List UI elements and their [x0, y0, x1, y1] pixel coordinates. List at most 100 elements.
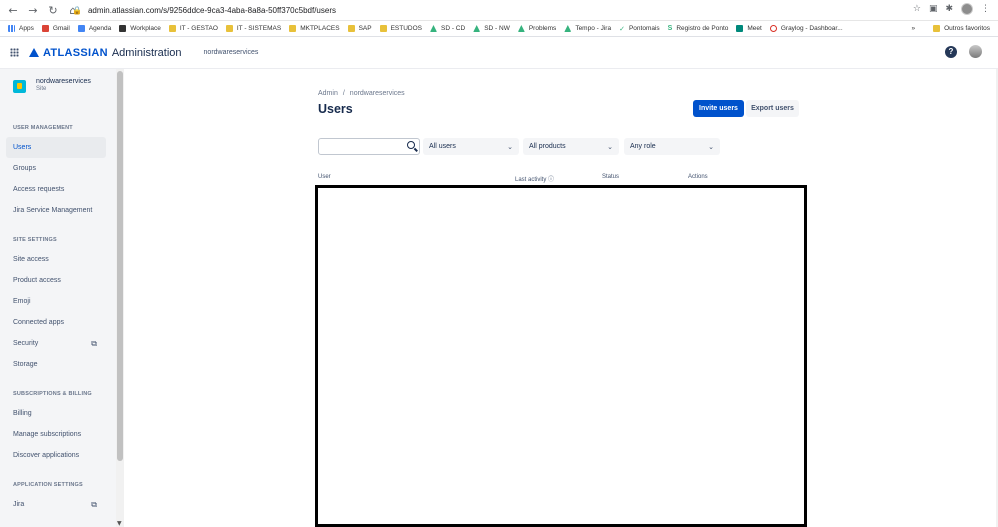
external-link-icon: ⧉	[91, 499, 97, 509]
atlassian-logo-icon	[29, 48, 39, 57]
page-title: Users	[318, 102, 353, 116]
folder-icon	[347, 25, 355, 32]
lock-icon: 🔒	[72, 6, 82, 15]
workplace-icon	[119, 25, 127, 32]
bookmark-problems[interactable]: Problems	[517, 25, 556, 32]
breadcrumb-site[interactable]: nordwareservices	[350, 90, 405, 97]
bookmark-it-gestao[interactable]: IT - GESTAO	[168, 25, 218, 32]
scroll-down-icon[interactable]: ▼	[117, 520, 122, 527]
export-users-button[interactable]: Export users	[746, 100, 799, 117]
site-selector[interactable]: nordwareservices	[204, 49, 259, 56]
gmail-icon	[41, 25, 49, 32]
column-header-user[interactable]: User	[318, 174, 331, 180]
sidebar-item-manage-subscriptions[interactable]: Manage subscriptions	[6, 424, 106, 445]
sidebar-item-access-requests[interactable]: Access requests	[6, 179, 106, 200]
chevron-down-icon: ⌄	[507, 142, 513, 151]
sidebar-scrollbar[interactable]: ▼	[116, 69, 124, 527]
bookmark-workplace[interactable]: Workplace	[119, 25, 161, 32]
bookmark-meet[interactable]: Meet	[736, 25, 762, 32]
sidebar-item-security[interactable]: Security ⧉	[6, 333, 106, 354]
bookmark-registro-ponto[interactable]: S Registro de Ponto	[668, 25, 729, 32]
site-icon	[13, 80, 26, 93]
breadcrumb: Admin / nordwareservices	[318, 90, 405, 97]
puzzle-icon[interactable]: ✱	[945, 4, 953, 14]
bookmark-it-sistemas[interactable]: IT - SISTEMAS	[225, 25, 281, 32]
forward-icon[interactable]: →	[26, 3, 40, 17]
extension-icon[interactable]: ▣	[929, 4, 938, 14]
logo-text[interactable]: ATLASSIAN	[43, 47, 108, 59]
bookmark-sd-nw[interactable]: SD - NW	[473, 25, 510, 32]
sidebar-item-storage[interactable]: Storage	[6, 354, 106, 375]
sidebar: nordwareservices Site USER MANAGEMENT Us…	[0, 69, 116, 527]
bookmark-sap[interactable]: SAP	[347, 25, 372, 32]
back-icon[interactable]: ←	[6, 3, 20, 17]
org-switcher[interactable]: nordwareservices Site	[13, 78, 116, 106]
bookmarks-bar: Apps Gmail Agenda Workplace IT - GESTAO …	[0, 21, 998, 37]
breadcrumb-separator: /	[342, 90, 345, 97]
browser-toolbar: ← → ↻ ⌂ 🔒 admin.atlassian.com/s/9256ddce…	[0, 0, 998, 21]
sidebar-item-site-access[interactable]: Site access	[6, 249, 106, 270]
role-filter-dropdown[interactable]: Any role ⌄	[624, 138, 720, 155]
search-icon[interactable]	[407, 141, 415, 149]
bookmark-sd-cd[interactable]: SD - CD	[430, 25, 465, 32]
avatar[interactable]	[969, 45, 982, 58]
sidebar-item-jira-service-management[interactable]: Jira Service Management	[6, 200, 106, 221]
bookmark-graylog[interactable]: Graylog - Dashboar...	[769, 25, 843, 32]
reload-icon[interactable]: ↻	[46, 3, 60, 17]
product-name[interactable]: Administration	[112, 47, 182, 59]
column-header-actions: Actions	[688, 174, 708, 180]
folder-icon	[379, 25, 387, 32]
menu-icon[interactable]: ⋮	[981, 4, 990, 14]
graylog-icon	[769, 25, 777, 32]
app-switcher-icon[interactable]	[10, 48, 19, 57]
column-header-last-activity[interactable]: Last activity ⓘ	[515, 174, 554, 183]
bookmark-apps[interactable]: Apps	[8, 25, 34, 32]
search-input[interactable]	[318, 138, 420, 155]
help-icon[interactable]: ?	[945, 45, 957, 58]
sidebar-item-billing[interactable]: Billing	[6, 403, 106, 424]
bookmark-gmail[interactable]: Gmail	[41, 25, 70, 32]
check-icon: ✓	[619, 26, 625, 33]
sidebar-item-users[interactable]: Users	[6, 137, 106, 158]
invite-users-button[interactable]: Invite users	[693, 100, 744, 117]
scrollbar-thumb[interactable]	[117, 71, 123, 461]
org-type: Site	[36, 86, 47, 92]
bookmark-mktplaces[interactable]: MKTPLACES	[289, 25, 340, 32]
user-filter-dropdown[interactable]: All users ⌄	[423, 138, 519, 155]
app-header: ATLASSIAN Administration nordwareservice…	[0, 37, 998, 69]
sidebar-item-jira[interactable]: Jira ⧉	[6, 494, 106, 515]
chevron-down-icon: ⌄	[708, 142, 714, 151]
s-icon: S	[667, 25, 673, 32]
bookmark-tempo-jira[interactable]: Tempo - Jira	[564, 25, 611, 32]
atlassian-icon	[430, 25, 437, 32]
sidebar-item-product-access[interactable]: Product access	[6, 270, 106, 291]
folder-icon	[933, 25, 941, 32]
bookmark-other-favorites[interactable]: Outros favoritos	[933, 25, 990, 32]
url-text[interactable]: admin.atlassian.com/s/9256ddce-9ca3-4aba…	[88, 6, 336, 15]
bookmark-estudos[interactable]: ESTUDOS	[379, 25, 422, 32]
bookmark-agenda[interactable]: Agenda	[77, 25, 111, 32]
apps-icon	[8, 25, 15, 32]
column-header-status[interactable]: Status	[602, 174, 619, 180]
atlassian-icon	[564, 25, 572, 32]
meet-icon	[736, 25, 744, 32]
atlassian-icon	[517, 25, 525, 32]
chevron-down-icon: ⌄	[607, 142, 613, 151]
org-name: nordwareservices	[36, 78, 91, 85]
calendar-icon	[77, 25, 85, 32]
bookmarks-more[interactable]: »	[911, 25, 915, 32]
external-link-icon: ⧉	[91, 338, 97, 348]
bookmark-pontomais[interactable]: ✓ Pontomais	[619, 25, 660, 33]
folder-icon	[225, 25, 233, 32]
users-table-redacted	[315, 185, 807, 527]
breadcrumb-admin[interactable]: Admin	[318, 90, 338, 97]
atlassian-icon	[473, 25, 481, 32]
product-filter-dropdown[interactable]: All products ⌄	[523, 138, 619, 155]
address-bar[interactable]: 🔒 admin.atlassian.com/s/9256ddce-9ca3-4a…	[72, 3, 932, 18]
sidebar-item-connected-apps[interactable]: Connected apps	[6, 312, 106, 333]
sidebar-item-groups[interactable]: Groups	[6, 158, 106, 179]
star-icon[interactable]: ☆	[913, 4, 921, 14]
profile-avatar[interactable]	[961, 3, 973, 15]
sidebar-item-discover-applications[interactable]: Discover applications	[6, 445, 106, 466]
sidebar-item-emoji[interactable]: Emoji	[6, 291, 106, 312]
